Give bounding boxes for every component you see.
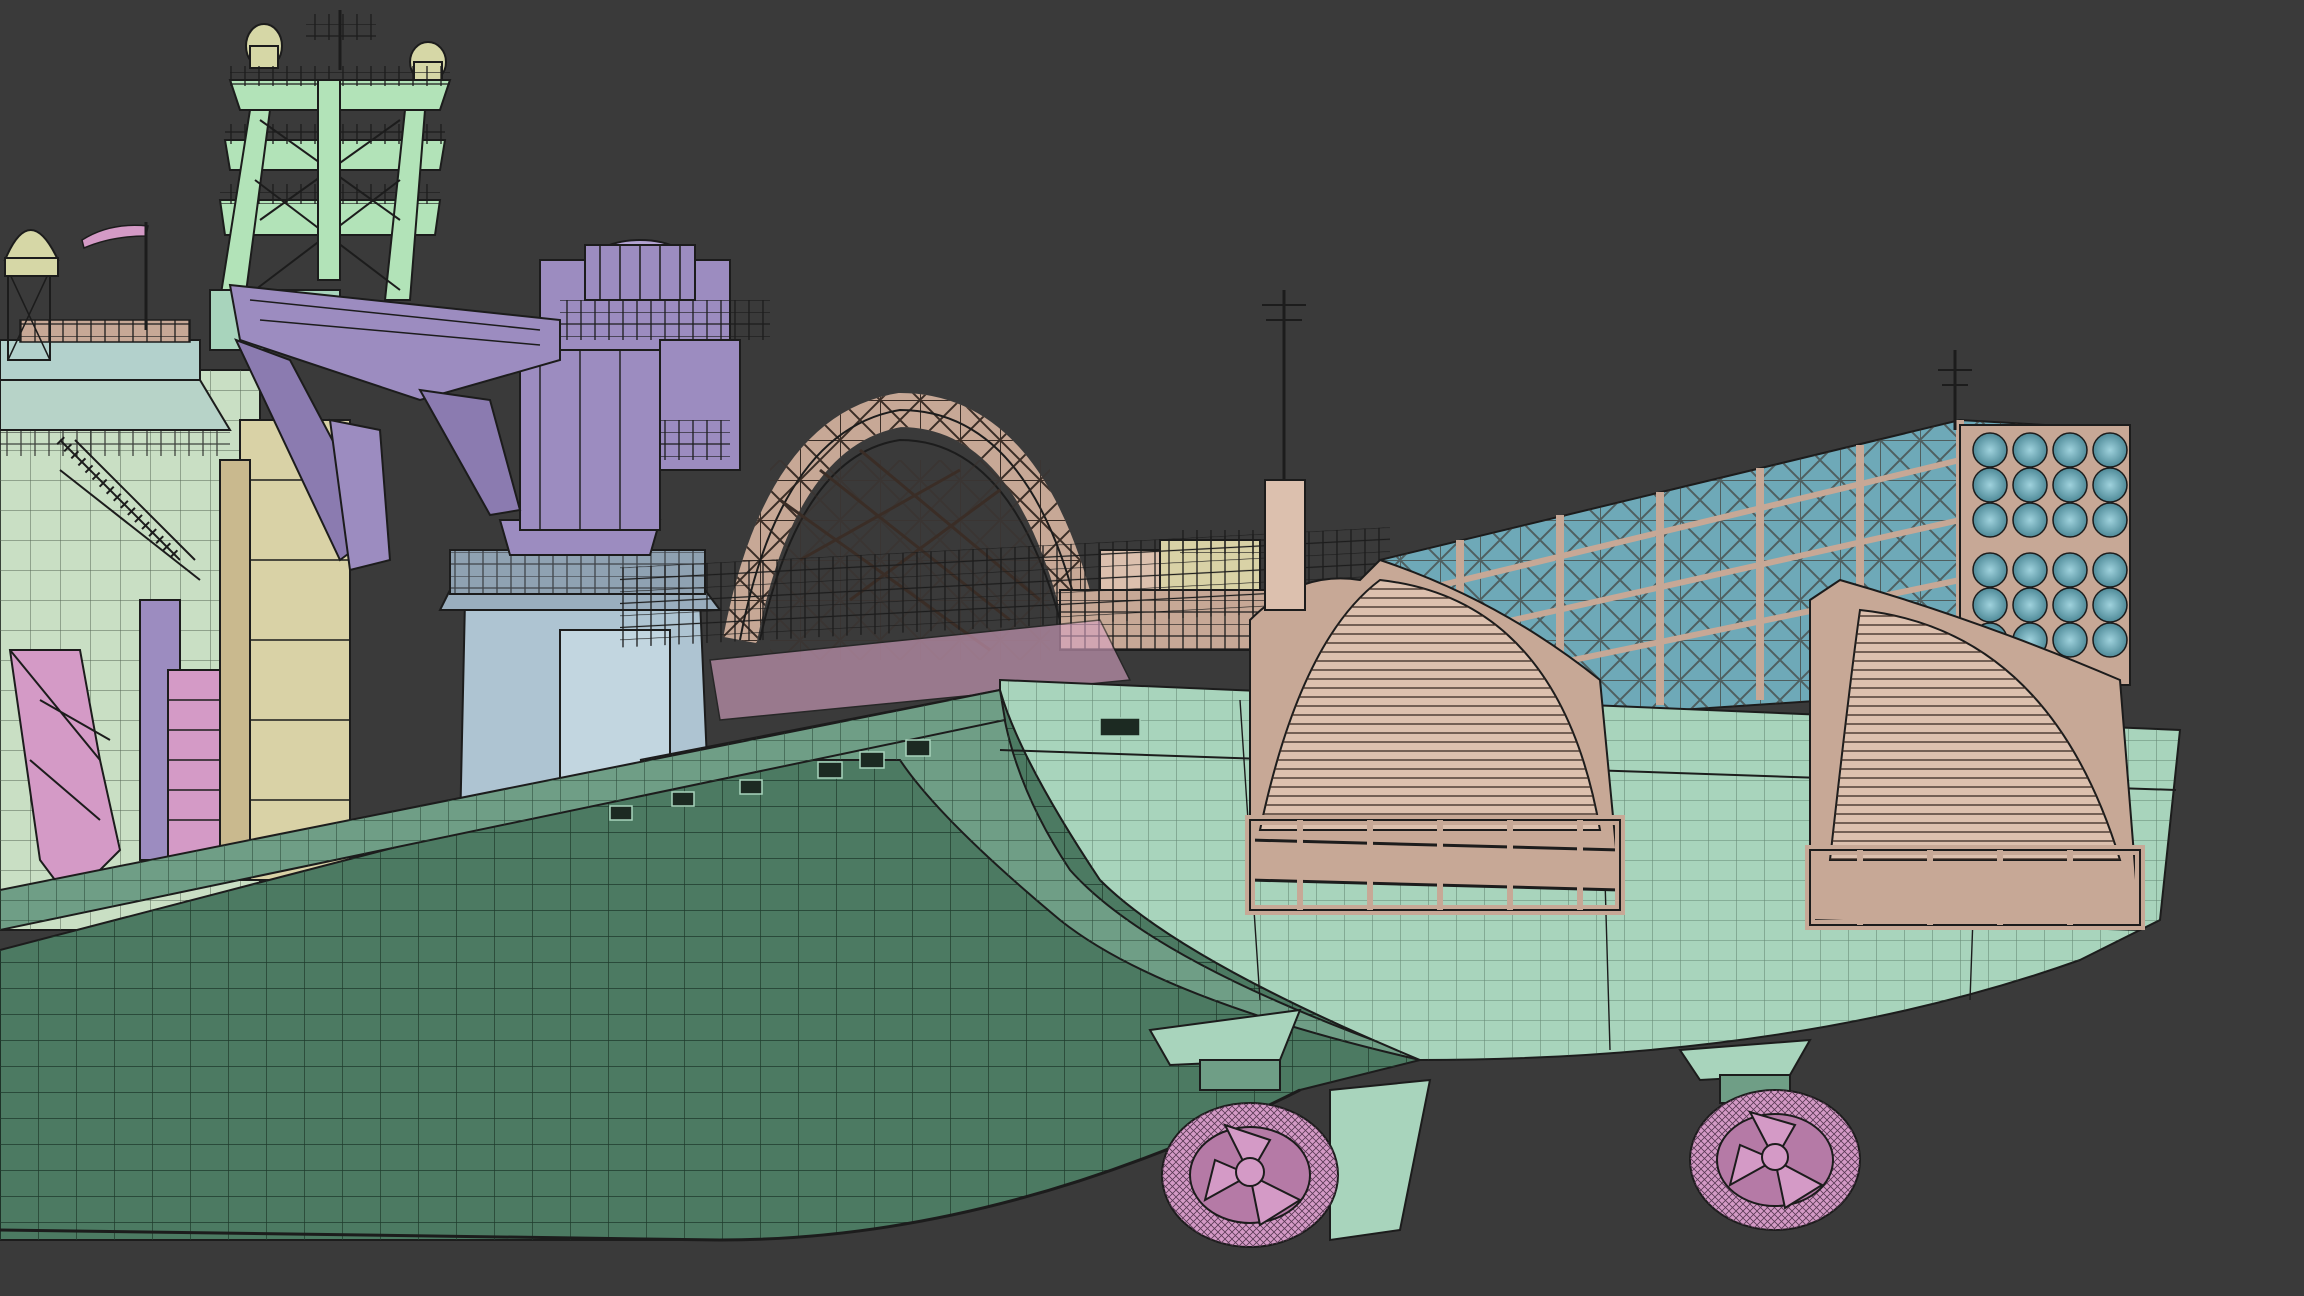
ship-model-render [0,10,2182,1248]
3d-viewport[interactable] [0,0,2304,1296]
azimuth-thruster-starboard [1678,1038,1861,1231]
